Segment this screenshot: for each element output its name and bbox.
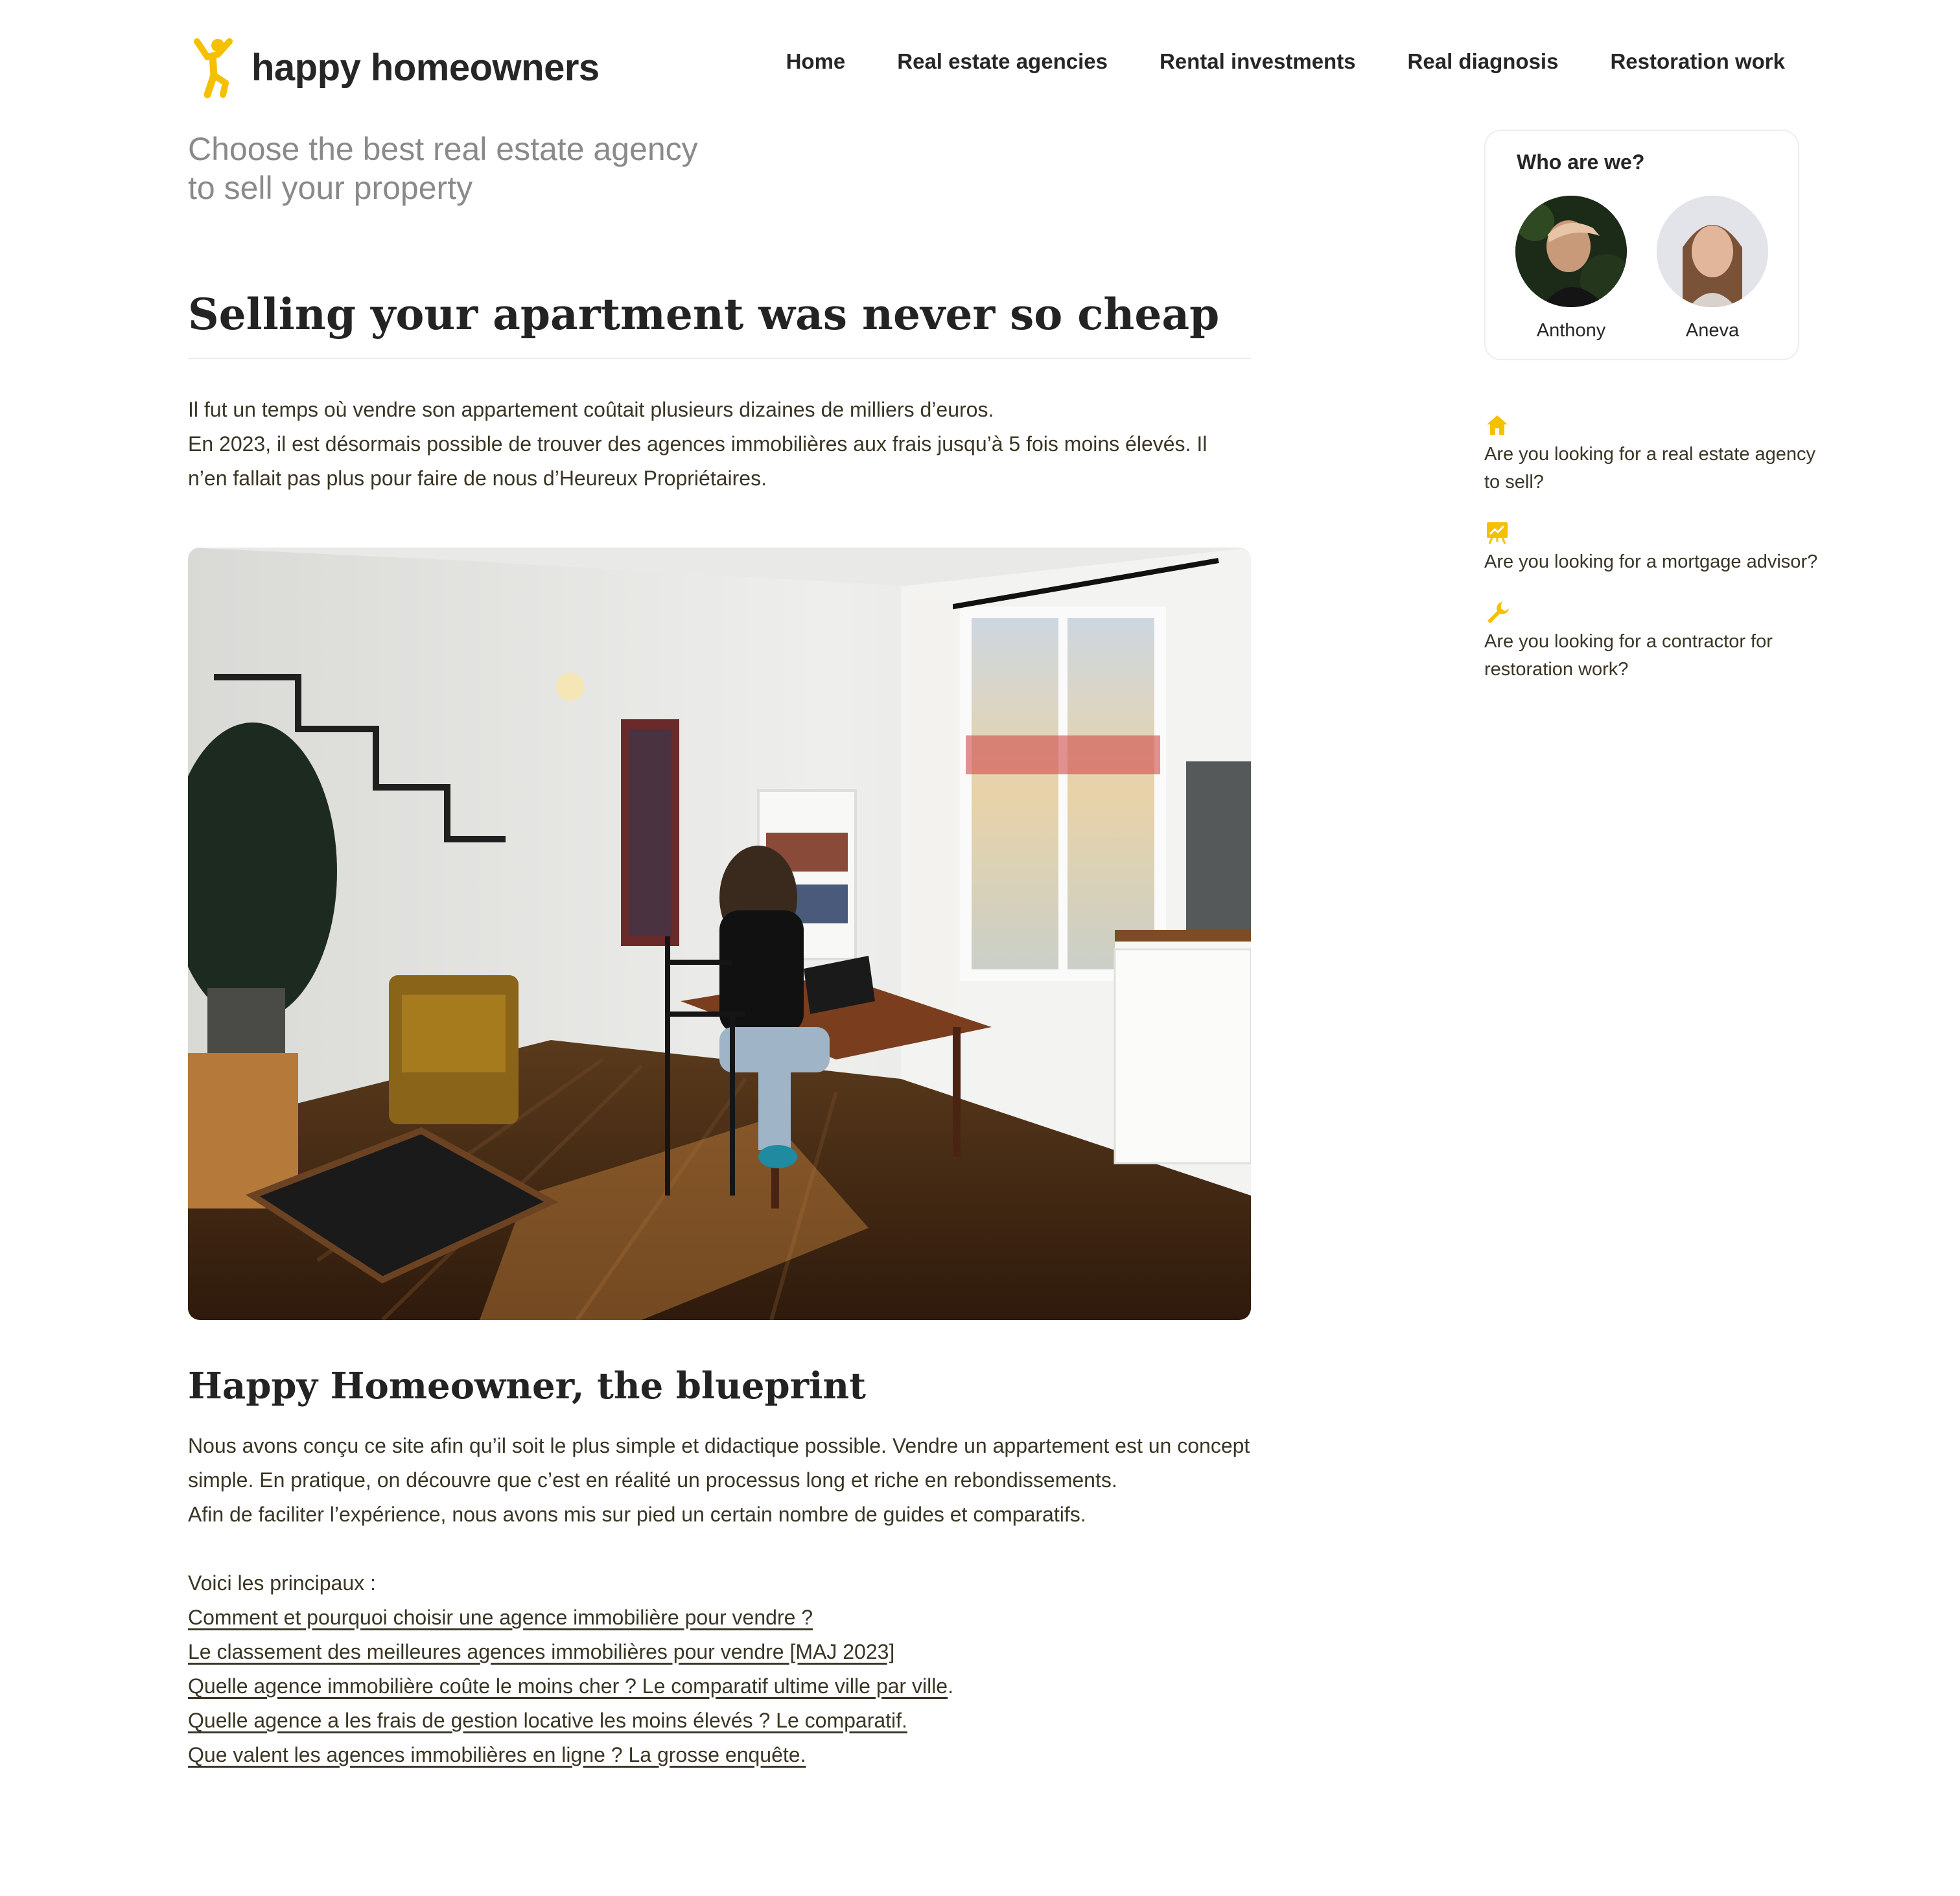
tagline-line-1: Choose the best real estate agency bbox=[188, 131, 698, 167]
guide-links: Comment et pourquoi choisir une agence i… bbox=[188, 1601, 1251, 1772]
anthony-name: Anthony bbox=[1536, 320, 1606, 341]
tagline-line-2: to sell your property bbox=[188, 170, 473, 206]
title-divider bbox=[188, 358, 1251, 359]
chart-board-icon bbox=[1487, 522, 1508, 544]
room-illustration bbox=[188, 548, 1251, 1320]
jumping-person-icon bbox=[194, 38, 233, 98]
aneva-portrait bbox=[1657, 196, 1768, 307]
tagline: Choose the best real estate agency to se… bbox=[188, 130, 758, 207]
quick-link-mortgage[interactable]: Are you looking for a mortgage advisor? bbox=[1484, 520, 1821, 576]
guide-link-choose-agency[interactable]: Comment et pourquoi choisir une agence i… bbox=[188, 1601, 813, 1635]
anthony-portrait bbox=[1515, 196, 1627, 307]
section-body: Nous avons conçu ce site afin qu’il soit… bbox=[188, 1429, 1251, 1772]
quick-link-label: Are you looking for a mortgage advisor? bbox=[1484, 551, 1818, 572]
quick-link-sell-agency[interactable]: Are you looking for a real estate agency… bbox=[1484, 412, 1821, 496]
who-title: Who are we? bbox=[1517, 150, 1645, 174]
avatar-aneva[interactable] bbox=[1657, 196, 1768, 307]
guide-link-row: Quelle agence a les frais de gestion loc… bbox=[188, 1704, 1251, 1738]
who-are-we-card: Who are we? Anthony Aneva bbox=[1484, 130, 1799, 360]
section-paragraph-2: Afin de faciliter l’expérience, nous avo… bbox=[188, 1503, 1086, 1526]
nav-real-diagnosis[interactable]: Real diagnosis bbox=[1408, 49, 1559, 74]
main-nav: Home Real estate agencies Rental investm… bbox=[786, 49, 1785, 74]
house-icon bbox=[1487, 415, 1508, 435]
guide-link-ranking[interactable]: Le classement des meilleures agences imm… bbox=[188, 1635, 894, 1669]
wrench-icon bbox=[1488, 602, 1509, 623]
guide-link-row: Comment et pourquoi choisir une agence i… bbox=[188, 1601, 1251, 1635]
guide-link-row: Le classement des meilleures agences imm… bbox=[188, 1635, 1251, 1669]
article: Selling your apartment was never so chea… bbox=[188, 285, 1251, 1772]
logo[interactable]: happy homeowners bbox=[188, 35, 600, 100]
quick-link-label: Are you looking for a contractor for res… bbox=[1484, 631, 1773, 680]
quick-link-contractor[interactable]: Are you looking for a contractor for res… bbox=[1484, 599, 1821, 684]
intro-paragraph-1: Il fut un temps où vendre son appartemen… bbox=[188, 398, 994, 421]
guide-link-row: Quelle agence immobilière coûte le moins… bbox=[188, 1669, 1251, 1704]
article-intro: Il fut un temps où vendre son appartemen… bbox=[188, 393, 1251, 496]
guide-link-online-agencies[interactable]: Que valent les agences immobilières en l… bbox=[188, 1738, 806, 1772]
nav-restoration-work[interactable]: Restoration work bbox=[1610, 49, 1785, 74]
intro-paragraph-2: En 2023, il est désormais possible de tr… bbox=[188, 432, 1208, 490]
guide-link-suffix: . bbox=[948, 1674, 953, 1698]
nav-rental-investments[interactable]: Rental investments bbox=[1160, 49, 1356, 74]
quick-link-label: Are you looking for a real estate agency… bbox=[1484, 444, 1816, 492]
brand-name: happy homeowners bbox=[251, 46, 600, 89]
nav-home[interactable]: Home bbox=[786, 49, 846, 74]
nav-real-estate-agencies[interactable]: Real estate agencies bbox=[897, 49, 1108, 74]
site-header: happy homeowners Home Real estate agenci… bbox=[0, 0, 1960, 130]
guide-link-row: Que valent les agences immobilières en l… bbox=[188, 1738, 1251, 1772]
aneva-name: Aneva bbox=[1685, 320, 1740, 341]
quick-links: Are you looking for a real estate agency… bbox=[1484, 412, 1821, 707]
article-title: Selling your apartment was never so chea… bbox=[188, 289, 1220, 340]
avatar-anthony[interactable] bbox=[1515, 196, 1627, 307]
guide-link-cheapest[interactable]: Quelle agence immobilière coûte le moins… bbox=[188, 1669, 948, 1704]
guide-link-rental-fees[interactable]: Quelle agence a les frais de gestion loc… bbox=[188, 1704, 907, 1738]
section-paragraph-1: Nous avons conçu ce site afin qu’il soit… bbox=[188, 1434, 1250, 1492]
section-title: Happy Homeowner, the blueprint bbox=[188, 1365, 867, 1407]
apartment-photo bbox=[188, 548, 1251, 1320]
links-intro: Voici les principaux : bbox=[188, 1571, 376, 1595]
